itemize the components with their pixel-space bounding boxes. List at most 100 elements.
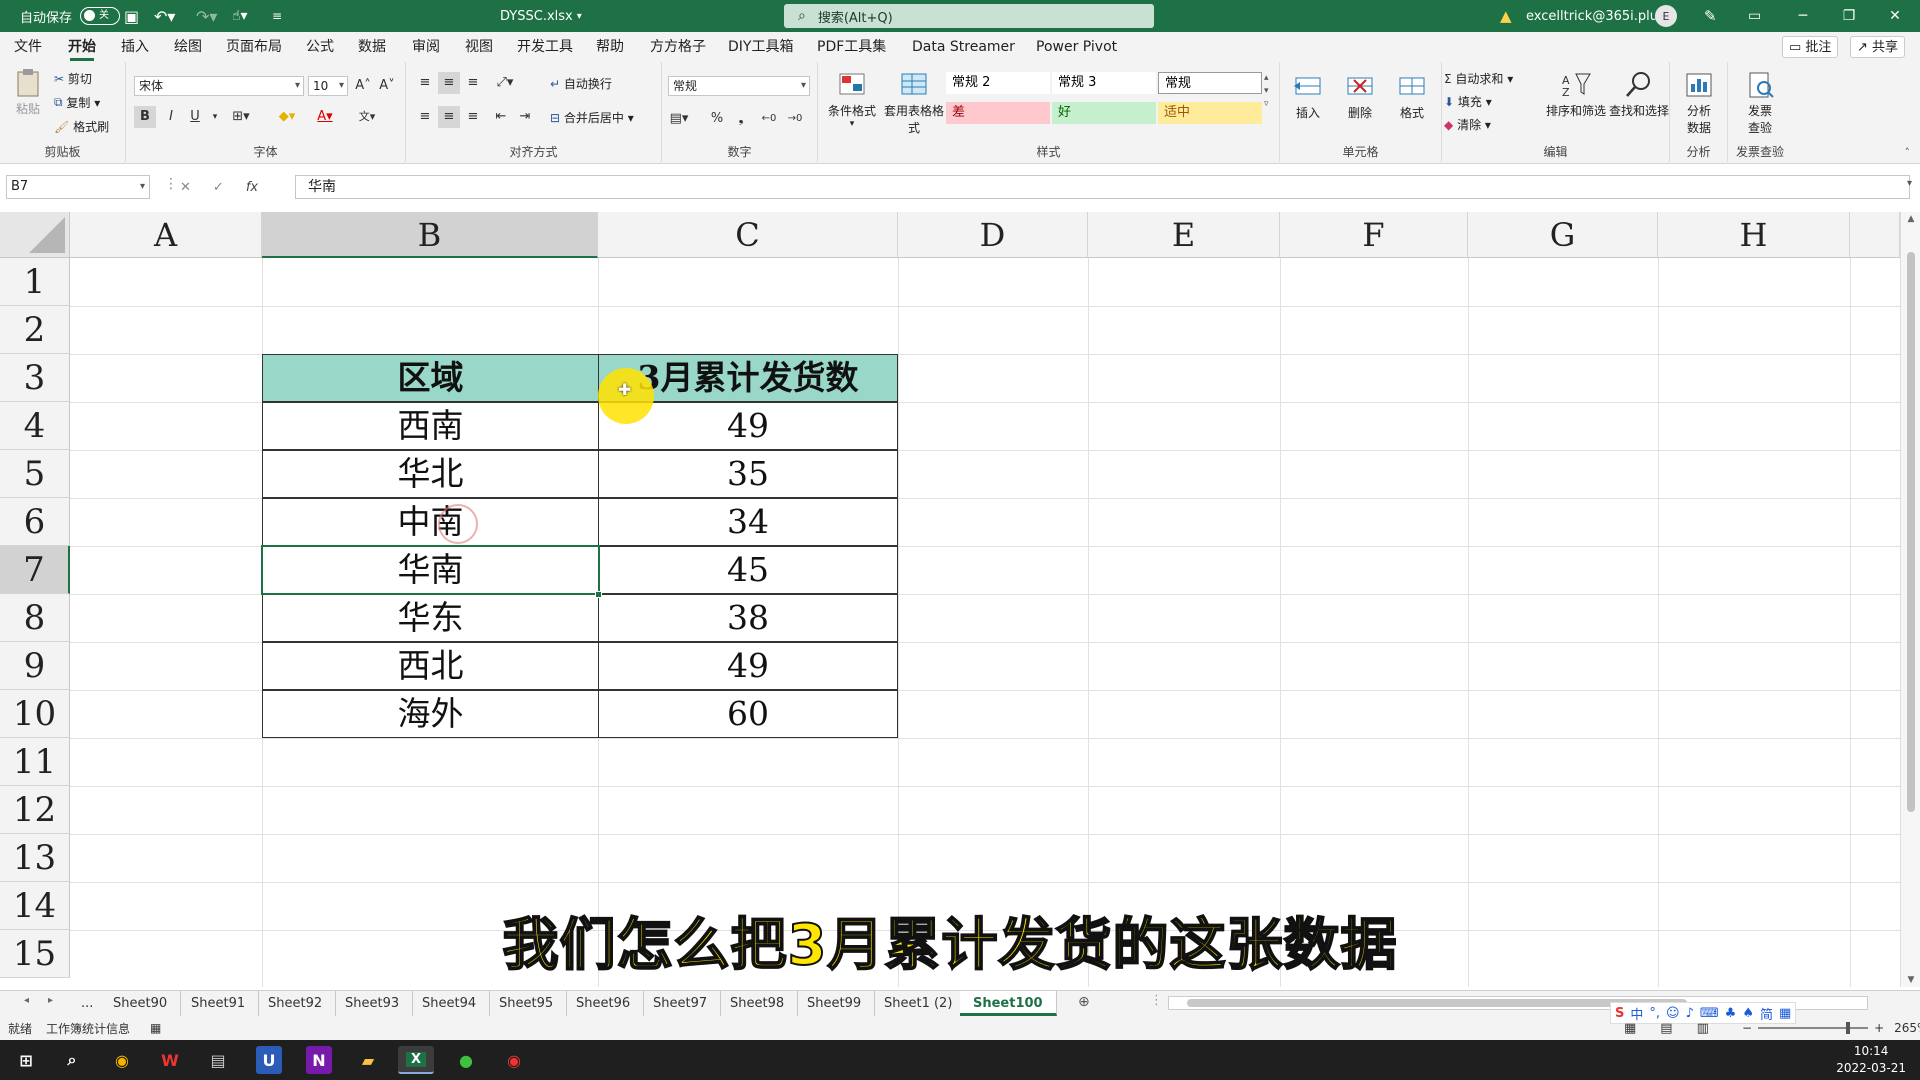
decrease-indent-icon[interactable]: ⇤ xyxy=(490,106,512,128)
customize-toolbar-icon[interactable]: ≡ xyxy=(272,0,282,32)
record-icon[interactable]: ◉ xyxy=(496,1046,532,1074)
function-icon[interactable]: fx xyxy=(246,180,258,195)
sheet-tab[interactable]: Sheet97 xyxy=(640,991,722,1016)
search-box[interactable]: ⌕ 搜索(Alt+Q) xyxy=(784,0,1154,32)
merge-center-button[interactable]: ⊟ 合并后居中 ▾ xyxy=(550,109,634,126)
column-header-e[interactable]: E xyxy=(1088,212,1280,258)
menu-page-layout[interactable]: 页面布局 xyxy=(226,32,282,62)
row-header-11[interactable]: 11 xyxy=(0,738,70,786)
sheet-tab[interactable]: Sheet90 xyxy=(100,991,182,1016)
style-normal-3[interactable]: 常规 3 xyxy=(1052,72,1156,94)
comma-style-icon[interactable]: ❟ xyxy=(730,108,752,130)
orientation-icon[interactable]: ⤢▾ xyxy=(494,72,516,94)
clear-button[interactable]: ◆ 清除 ▾ xyxy=(1444,116,1491,133)
undo-icon[interactable]: ↶▾ xyxy=(154,0,175,32)
format-painter-button[interactable]: 🖌 格式刷 xyxy=(54,118,109,135)
align-top-icon[interactable]: ≡ xyxy=(414,72,436,94)
table-cell-value[interactable]: 34 xyxy=(598,498,898,546)
share-button[interactable]: ↗ 共享 xyxy=(1850,36,1906,58)
style-good[interactable]: 好 xyxy=(1052,102,1156,124)
worksheet[interactable]: A B C D E F G H 1 2 3 4 5 6 7 8 9 10 11 … xyxy=(0,212,1900,987)
borders-icon[interactable]: ⊞▾ xyxy=(230,106,252,128)
row-header-6[interactable]: 6 xyxy=(0,498,70,546)
align-right-icon[interactable]: ≡ xyxy=(462,106,484,128)
column-header-a[interactable]: A xyxy=(70,212,262,258)
scroll-thumb[interactable] xyxy=(1907,252,1915,812)
zoom-level[interactable]: 265% xyxy=(1894,1021,1920,1035)
windows-start-icon[interactable]: ⊞ xyxy=(8,1046,44,1074)
sheet-tab[interactable]: Sheet96 xyxy=(563,991,645,1016)
table-cell-value[interactable]: 45 xyxy=(598,546,898,594)
zoom-out-icon[interactable]: − xyxy=(1742,1021,1752,1035)
select-all-corner[interactable] xyxy=(0,212,70,258)
menu-diy-toolbox[interactable]: DIY工具箱 xyxy=(728,32,793,62)
styles-scroll[interactable]: ▴ ▾ ▿ xyxy=(1264,72,1269,111)
workbook-statistics[interactable]: 工作簿统计信息 xyxy=(46,1016,130,1040)
menu-power-pivot[interactable]: Power Pivot xyxy=(1036,32,1117,62)
percent-icon[interactable]: % xyxy=(706,108,728,130)
file-explorer-icon[interactable]: ▰ xyxy=(350,1046,386,1074)
underline-dropdown-icon[interactable]: ▾ xyxy=(204,106,226,128)
copy-button[interactable]: ⧉ 复制 ▾ xyxy=(54,94,100,111)
autosum-button[interactable]: Σ 自动求和 ▾ xyxy=(1444,70,1513,87)
style-neutral[interactable]: 适中 xyxy=(1158,102,1262,124)
menu-data[interactable]: 数据 xyxy=(358,32,386,62)
zoom-in-icon[interactable]: + xyxy=(1874,1021,1884,1035)
excel-taskbar-icon[interactable]: X xyxy=(398,1046,434,1074)
accounting-format-icon[interactable]: ▤▾ xyxy=(668,108,690,130)
app-u-icon[interactable]: U xyxy=(256,1046,282,1074)
font-color-icon[interactable]: A▾ xyxy=(314,106,336,128)
sheet-tab[interactable]: Sheet92 xyxy=(255,991,337,1016)
notepad-icon[interactable]: ▤ xyxy=(200,1046,236,1074)
menu-draw[interactable]: 绘图 xyxy=(174,32,202,62)
row-header-12[interactable]: 12 xyxy=(0,786,70,834)
onenote-icon[interactable]: N xyxy=(306,1046,332,1074)
table-cell-value[interactable]: 49 xyxy=(598,642,898,690)
cut-button[interactable]: ✂ 剪切 xyxy=(54,70,92,87)
tab-scroll-right-icon[interactable]: ▸ xyxy=(48,995,53,1006)
table-cell-region[interactable]: 华南 xyxy=(262,546,599,594)
style-normal[interactable]: 常规 xyxy=(1158,72,1262,94)
increase-decimal-icon[interactable]: ←0 xyxy=(758,108,780,130)
increase-font-icon[interactable]: A˄ xyxy=(352,75,374,97)
table-cell-region[interactable]: 西北 xyxy=(262,642,599,690)
style-normal-2[interactable]: 常规 2 xyxy=(946,72,1050,94)
scroll-down-arrow-icon[interactable]: ▼ xyxy=(1901,975,1920,985)
column-header-b[interactable]: B xyxy=(262,212,598,258)
table-cell-region[interactable]: 西南 xyxy=(262,402,599,450)
formula-input[interactable]: 华南 xyxy=(295,175,1910,199)
align-middle-icon[interactable]: ≡ xyxy=(438,72,460,94)
sheet-tab[interactable]: Sheet1 (2) xyxy=(871,991,967,1016)
format-cells-button[interactable]: 格式 xyxy=(1388,72,1436,121)
normal-view-icon[interactable]: ▦ xyxy=(1624,1021,1636,1036)
row-header-2[interactable]: 2 xyxy=(0,306,70,354)
menu-file[interactable]: 文件 xyxy=(14,32,42,62)
fill-button[interactable]: ⬇ 填充 ▾ xyxy=(1444,93,1492,110)
collapse-ribbon-icon[interactable]: ˄ xyxy=(1905,146,1911,159)
italic-button[interactable]: I xyxy=(160,106,182,128)
fill-handle[interactable] xyxy=(595,591,602,598)
table-cell-value[interactable]: 38 xyxy=(598,594,898,642)
search-taskbar-icon[interactable]: ⌕ xyxy=(54,1046,90,1074)
close-button[interactable]: ✕ xyxy=(1872,0,1918,32)
redo-icon[interactable]: ↷▾ xyxy=(196,0,217,32)
wechat-icon[interactable]: ● xyxy=(448,1046,484,1074)
menu-data-streamer[interactable]: Data Streamer xyxy=(912,32,1015,62)
sheet-tab[interactable]: Sheet99 xyxy=(794,991,876,1016)
row-header-5[interactable]: 5 xyxy=(0,450,70,498)
row-header-3[interactable]: 3 xyxy=(0,354,70,402)
align-bottom-icon[interactable]: ≡ xyxy=(462,72,484,94)
table-header-region[interactable]: 区域 xyxy=(262,354,599,402)
table-cell-value[interactable]: 35 xyxy=(598,450,898,498)
save-icon[interactable]: ▣ xyxy=(124,0,139,32)
sort-filter-button[interactable]: AZ 排序和筛选 xyxy=(1544,70,1608,119)
analyze-data-button[interactable]: 分析数据 xyxy=(1674,70,1724,136)
column-header-h[interactable]: H xyxy=(1658,212,1850,258)
touch-mode-icon[interactable]: ☝▾ xyxy=(232,0,248,32)
decrease-decimal-icon[interactable]: →0 xyxy=(784,108,806,130)
decrease-font-icon[interactable]: A˅ xyxy=(376,75,398,97)
sheet-tab[interactable]: Sheet94 xyxy=(409,991,491,1016)
cancel-icon[interactable]: ✕ xyxy=(180,180,191,195)
paste-button[interactable]: 粘贴 xyxy=(8,68,48,117)
format-as-table-button[interactable]: 套用表格格式 xyxy=(882,70,946,136)
